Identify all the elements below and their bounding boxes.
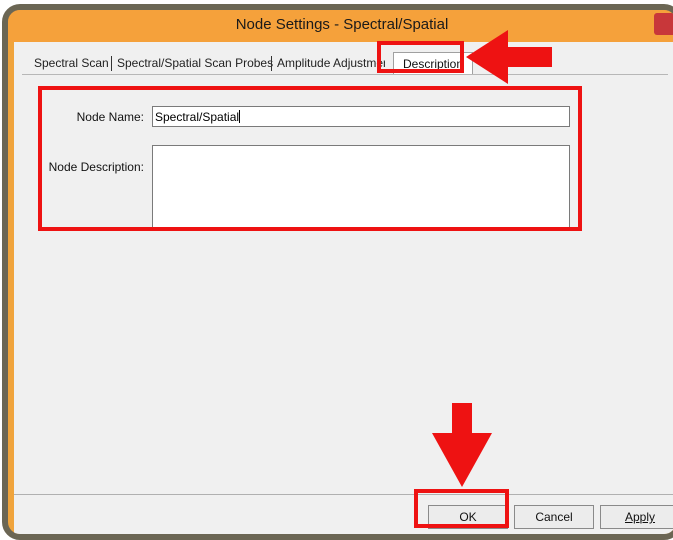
tab-separator [111,56,112,71]
tab-panel-border [22,74,668,75]
button-area-divider [14,494,673,495]
window-title: Node Settings - Spectral/Spatial [235,16,449,33]
description-tab-highlight [377,41,464,73]
node-settings-dialog: Node Settings - Spectral/Spatial Spectra… [2,4,673,540]
tab-spectral-scan[interactable]: Spectral Scan [34,53,109,73]
tab-spectral-spatial-scan-probes[interactable]: Spectral/Spatial Scan Probes [117,53,273,73]
left-arrow-icon [466,30,552,84]
ok-button-highlight [414,489,509,528]
cancel-button[interactable]: Cancel [514,505,594,529]
down-arrow-icon [432,403,492,487]
apply-button[interactable]: Apply [600,505,673,529]
tab-separator [271,56,272,71]
form-highlight [38,86,582,231]
tab-amplitude-adjustment[interactable]: Amplitude Adjustment [277,53,385,73]
close-button[interactable] [654,13,673,35]
title-bar[interactable]: Node Settings - Spectral/Spatial [8,10,673,42]
